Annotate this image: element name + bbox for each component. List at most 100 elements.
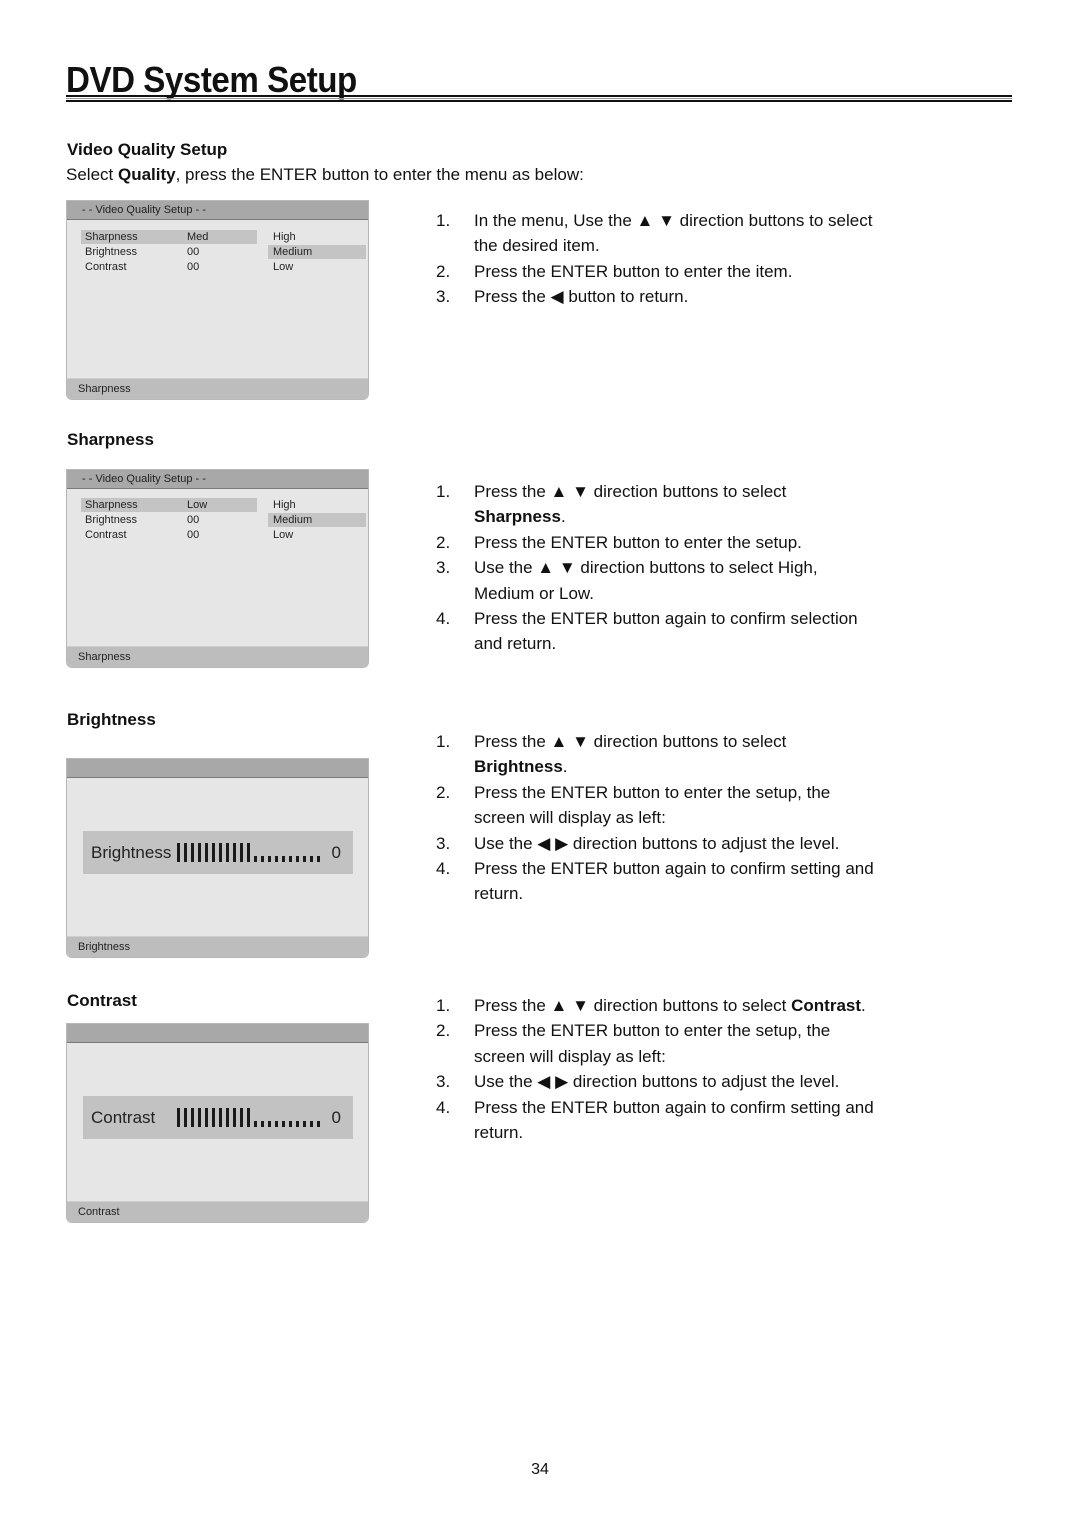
row-value: 00 [187, 514, 200, 526]
step-text: Press the ENTER button again to confirm … [474, 609, 858, 654]
level-bar-filled [191, 1108, 194, 1127]
osd-contrast-panel: Contrast 0 Contrast [66, 1023, 369, 1223]
step: 2. Press the ENTER button to enter the se… [436, 530, 874, 555]
level-bar-empty [317, 856, 320, 862]
step: 2. Press the ENTER button to enter the se… [436, 780, 874, 831]
step: 2. Press the ENTER button to enter the se… [436, 1018, 874, 1069]
step: 4. Press the ENTER button again to confir… [436, 606, 874, 657]
step-text-end: . [861, 996, 866, 1015]
step-number: 1. [436, 732, 451, 751]
title-underline [66, 95, 1012, 102]
level-bar-empty [303, 856, 306, 862]
step-bold: Brightness [474, 757, 563, 777]
level-bar-filled [198, 1108, 201, 1127]
level-bar-filled [240, 843, 243, 862]
level-bar-filled [212, 843, 215, 862]
osd-row-sharpness[interactable]: Sharpness Low [81, 498, 257, 512]
step-text: Press the ▲ ▼ direction buttons to selec… [474, 732, 787, 751]
intro-suffix: , press the ENTER button to enter the me… [175, 165, 584, 184]
osd-option-high[interactable]: High [268, 498, 366, 512]
step-number: 3. [436, 833, 451, 853]
sharpness-steps: 1. Press the ▲ ▼ direction buttons to sel… [436, 479, 874, 657]
osd-footer: Sharpness [67, 378, 368, 399]
step: 1. In the menu, Use the ▲ ▼ direction but… [436, 208, 874, 259]
step: 3. Use the ◀ ▶ direction buttons to adjus… [436, 831, 874, 856]
row-name: Sharpness [85, 499, 138, 511]
step: 4. Press the ENTER button again to confir… [436, 1095, 874, 1146]
intro-prefix: Select [66, 165, 118, 184]
contrast-level-control[interactable]: Contrast 0 [83, 1096, 353, 1139]
level-label: Contrast [91, 1108, 156, 1127]
step-text-end: . [560, 507, 566, 527]
row-value: 00 [187, 529, 200, 541]
level-bars[interactable] [177, 843, 323, 862]
row-value: 00 [187, 246, 200, 258]
row-value: Med [187, 231, 209, 243]
step-text: Use the ▲ ▼ direction buttons to select … [474, 558, 818, 603]
level-label: Brightness [91, 843, 172, 862]
level-bar-empty [303, 1121, 306, 1127]
level-bar-filled [219, 1108, 222, 1127]
level-bar-empty [310, 1121, 313, 1127]
step-bold: Sharpness [474, 507, 561, 527]
level-value: 0 [331, 843, 341, 862]
level-bar-filled [247, 1108, 250, 1127]
step-text: Press the ENTER button to enter the setu… [474, 1021, 831, 1066]
level-bar-filled [219, 843, 222, 862]
step-number: 1. [436, 482, 451, 501]
step-text: Use the ◀ ▶ direction buttons to adjust … [474, 1072, 840, 1092]
osd-footer: Brightness [67, 936, 368, 957]
intro-bold: Quality [117, 165, 176, 184]
level-bar-filled [226, 843, 229, 862]
page-number: 34 [531, 1461, 549, 1478]
step-text: Press the ENTER button again to confirm … [474, 1097, 874, 1143]
osd-option-high[interactable]: High [268, 230, 366, 244]
step: 3. Press the ◀ button to return. [436, 284, 874, 309]
row-name: Brightness [85, 514, 137, 526]
osd-option-medium[interactable]: Medium [268, 245, 366, 259]
level-bar-empty [261, 856, 264, 862]
step-number: 2. [436, 532, 451, 552]
osd-option-low[interactable]: Low [268, 528, 366, 542]
osd-option-medium[interactable]: Medium [268, 513, 366, 527]
level-bar-filled [191, 843, 194, 862]
step: 1. Press the ▲ ▼ direction buttons to sel… [436, 729, 874, 780]
level-bar-filled [240, 1108, 243, 1127]
level-bars[interactable] [177, 1108, 323, 1127]
step-text: Press the ◀ button to return. [474, 287, 689, 307]
osd-option-low[interactable]: Low [268, 260, 366, 274]
level-bar-empty [254, 1121, 257, 1127]
level-bar-filled [198, 843, 201, 862]
step-number: 4. [436, 609, 451, 629]
step: 2. Press the ENTER button to enter the it… [436, 259, 874, 284]
level-bar-empty [282, 856, 285, 862]
row-name: Sharpness [85, 231, 138, 243]
sharpness-heading: Sharpness [67, 430, 154, 449]
level-bar-filled [177, 1108, 180, 1127]
osd-header [67, 759, 368, 778]
osd-row-sharpness[interactable]: Sharpness Med [81, 230, 257, 244]
level-bar-filled [233, 1108, 236, 1127]
step-number: 3. [436, 287, 451, 307]
level-bar-filled [226, 1108, 229, 1127]
video-quality-steps: 1. In the menu, Use the ▲ ▼ direction but… [436, 208, 874, 310]
step-text: Press the ENTER button to enter the item… [474, 261, 793, 281]
row-value: 00 [187, 261, 200, 273]
level-bar-empty [261, 1121, 264, 1127]
step-text: Press the ▲ ▼ direction buttons to selec… [474, 482, 787, 501]
level-bar-empty [289, 856, 292, 862]
level-bar-empty [317, 1121, 320, 1127]
step: 1. Press the ▲ ▼ direction buttons to sel… [436, 479, 874, 530]
step-text: Press the ENTER button to enter the setu… [474, 532, 802, 552]
level-bar-empty [296, 856, 299, 862]
brightness-level-control[interactable]: Brightness 0 [83, 831, 353, 874]
osd-sharpness-menu: - - Video Quality Setup - - Sharpness Low… [66, 469, 369, 668]
step-bold: Contrast [791, 996, 862, 1015]
step-number: 1. [436, 996, 451, 1015]
step: 3. Use the ◀ ▶ direction buttons to adjus… [436, 1069, 874, 1094]
step-text: Use the ◀ ▶ direction buttons to adjust … [474, 833, 840, 853]
osd-header: - - Video Quality Setup - - [67, 201, 368, 220]
row-name: Contrast [85, 261, 127, 273]
step: 4. Press the ENTER button again to confir… [436, 856, 874, 907]
step: 1. Press the ▲ ▼ direction buttons to sel… [436, 993, 874, 1018]
